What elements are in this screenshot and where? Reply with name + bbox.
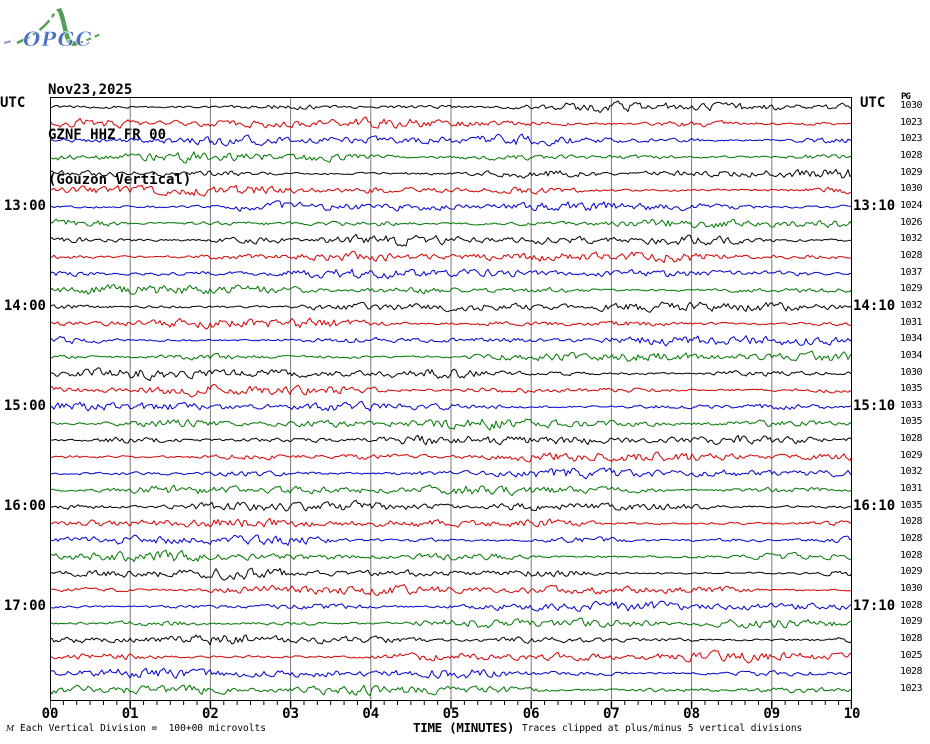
pg-value: 1028 (900, 249, 923, 261)
pg-value: 1029 (900, 616, 923, 628)
hour-label-left: 17:00 (3, 597, 46, 614)
pg-value: 1028 (900, 433, 923, 445)
hour-label-left: 16:00 (3, 497, 46, 514)
hour-label-left: 15:00 (3, 397, 46, 414)
pg-value: 1023 (900, 133, 923, 145)
pg-value: 1028 (900, 149, 923, 161)
hour-label-right: 16:10 (853, 497, 896, 514)
pg-value: 1035 (900, 499, 923, 511)
x-tick-label: 02 (201, 706, 219, 722)
pg-value: 1028 (900, 666, 923, 678)
pg-value: 1034 (900, 349, 923, 361)
x-tick-label: 03 (282, 706, 300, 722)
pg-value: 1028 (900, 633, 923, 645)
helicorder-screen: OPGC Nov23,2025 GZNF HHZ FR 00 (Gouzon V… (0, 0, 930, 744)
header-date: Nov23,2025 (48, 82, 133, 98)
pg-value: 1025 (900, 649, 923, 661)
pg-value: 1034 (900, 333, 923, 345)
pg-value: 1028 (900, 549, 923, 561)
pg-value: 1028 (900, 516, 923, 528)
pg-value: 1032 (900, 299, 923, 311)
pg-value: 1030 (900, 100, 923, 111)
x-tick-label: 00 (41, 706, 59, 722)
pg-value: 1030 (900, 583, 923, 595)
pg-value: 1030 (900, 366, 923, 378)
minute-gridlines (129, 98, 773, 700)
x-tick-label: 07 (602, 706, 620, 722)
x-tick-label: 06 (522, 706, 540, 722)
clip-note: Traces clipped at plus/minus 5 vertical … (522, 723, 803, 734)
hour-label-right: 13:10 (853, 197, 896, 214)
hour-label-right: 17:10 (853, 597, 896, 614)
pg-value: 1037 (900, 266, 923, 278)
pg-value: 1035 (900, 383, 923, 395)
x-axis-label: TIME (MINUTES) (413, 720, 515, 735)
x-tick-label: 01 (121, 706, 139, 722)
pg-value: 1031 (900, 483, 923, 495)
pg-value: 1031 (900, 316, 923, 328)
left-axis-title: UTC (0, 95, 26, 111)
x-tick-label: 10 (843, 706, 861, 722)
hour-label-right: 15:10 (853, 397, 896, 414)
pg-value: 1023 (900, 683, 923, 694)
x-tick-label: 08 (683, 706, 701, 722)
seismogram-plot (50, 97, 852, 709)
opgc-logo: OPGC (3, 7, 104, 51)
pg-value: 1024 (900, 199, 923, 211)
scale-note: Each Vertical Division = 100+00 microvol… (20, 723, 266, 734)
x-tick-label: 09 (763, 706, 781, 722)
pg-value: 1033 (900, 399, 923, 411)
pg-value: 1030 (900, 183, 923, 195)
pg-value: 1029 (900, 283, 923, 295)
pg-value: 1035 (900, 416, 923, 428)
pg-value: 1029 (900, 566, 923, 578)
right-axis-title: UTC (860, 95, 886, 111)
logo-text: OPGC (23, 27, 92, 51)
pg-value: 1026 (900, 216, 923, 228)
x-tick-label: 04 (362, 706, 380, 722)
pg-value: 1028 (900, 599, 923, 611)
pg-value: 1032 (900, 466, 923, 478)
pg-value: 1029 (900, 166, 923, 178)
pg-value: 1023 (900, 116, 923, 128)
logo-left-dash (3, 39, 16, 44)
hour-label-right: 14:10 (853, 297, 896, 314)
pg-value: 1028 (900, 533, 923, 545)
corner-mark: M (6, 724, 15, 733)
pg-value: 1032 (900, 233, 923, 245)
hour-label-left: 13:00 (3, 197, 46, 214)
hour-label-left: 14:00 (3, 297, 46, 314)
pg-value: 1029 (900, 449, 923, 461)
